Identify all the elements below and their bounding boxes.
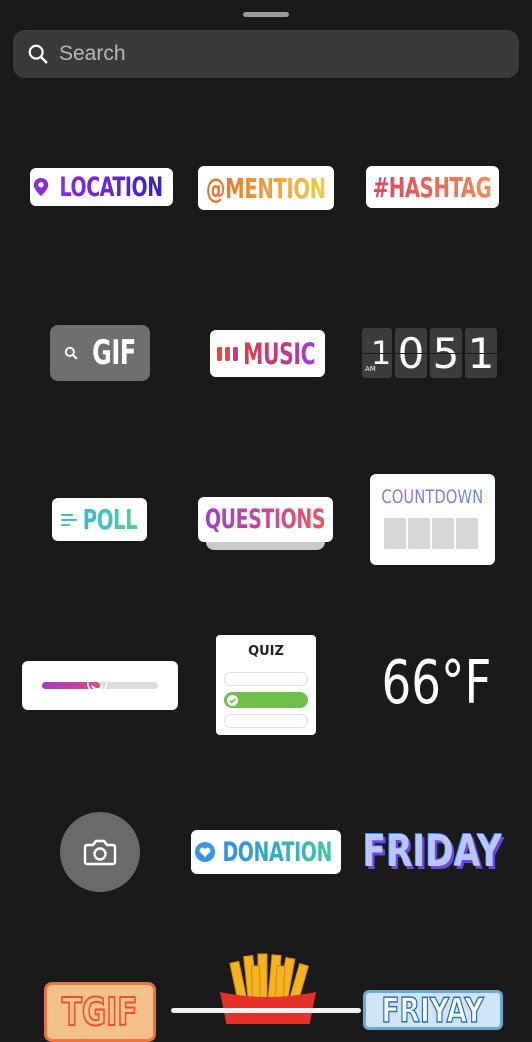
poll-lines-icon (60, 513, 77, 526)
hashtag-sticker[interactable]: #HASHTAG (366, 166, 499, 208)
gif-label: GIF (92, 333, 136, 373)
countdown-label: COUNTDOWN (381, 486, 484, 508)
friyay-label: FRIYAY (381, 991, 485, 1030)
quiz-option (224, 672, 308, 686)
slider-emoji-knob[interactable]: 😍 (85, 669, 109, 699)
countdown-box (408, 518, 430, 549)
search-icon (28, 44, 48, 64)
tgif-label: TGIF (61, 989, 138, 1035)
countdown-sticker[interactable]: COUNTDOWN (370, 474, 495, 565)
search-placeholder: Search (59, 42, 126, 65)
countdown-box (384, 518, 406, 549)
camera-sticker-button[interactable] (60, 812, 140, 892)
heart-badge-icon (194, 842, 215, 862)
location-sticker[interactable]: LOCATION (30, 168, 173, 206)
mention-sticker[interactable]: @MENTION (198, 166, 334, 210)
clock-min-ones: 1 (465, 328, 497, 378)
fries-sticker[interactable] (212, 952, 324, 1024)
questions-card: QUESTIONS (198, 497, 333, 542)
clock-digit-hour-a: 1 (370, 334, 392, 372)
quiz-option-correct (224, 692, 308, 708)
gif-sticker[interactable]: GIF (50, 325, 150, 381)
fries-icon (220, 953, 316, 1024)
camera-icon (83, 839, 117, 866)
temperature-label: 66°F (381, 648, 491, 718)
search-bar[interactable]: Search (13, 30, 519, 78)
clock-hour-ones: 0 (395, 328, 427, 378)
mention-label: @MENTION (206, 171, 326, 205)
checkmark-icon (227, 694, 238, 706)
music-label: MUSIC (243, 336, 316, 371)
music-bars-icon (217, 346, 239, 361)
friyay-sticker[interactable]: FRIYAY (363, 990, 503, 1030)
tgif-sticker[interactable]: TGIF (44, 982, 156, 1042)
clock-sticker[interactable]: AM 1 0 5 1 (362, 328, 504, 378)
countdown-box (432, 518, 454, 549)
questions-sticker[interactable]: QUESTIONS (198, 497, 333, 551)
quiz-option (224, 714, 308, 728)
gif-search-icon (64, 346, 78, 360)
home-indicator (171, 1008, 361, 1013)
quiz-title: QUIZ (248, 644, 284, 659)
clock-hour-tens: AM 1 (362, 328, 392, 378)
emoji-slider-sticker[interactable]: 😍 (22, 661, 178, 710)
countdown-boxes (384, 518, 478, 549)
countdown-box (456, 518, 478, 549)
clock-min-tens: 5 (430, 328, 462, 378)
donation-label: DONATION (222, 836, 332, 868)
donation-sticker[interactable]: DONATION (191, 830, 341, 874)
sheet-drag-handle[interactable] (243, 12, 289, 17)
questions-label: QUESTIONS (205, 504, 326, 535)
hashtag-label: #HASHTAG (373, 170, 492, 204)
temperature-sticker[interactable]: 66°F (366, 648, 506, 718)
poll-label: POLL (82, 503, 137, 536)
quiz-sticker[interactable]: QUIZ (216, 635, 316, 735)
location-label: LOCATION (59, 171, 164, 203)
music-sticker[interactable]: MUSIC (210, 330, 325, 377)
poll-sticker[interactable]: POLL (52, 498, 147, 541)
friday-sticker[interactable]: FRIDAY (362, 822, 501, 880)
friday-label: FRIDAY (362, 825, 502, 877)
location-pin-icon (34, 178, 49, 196)
